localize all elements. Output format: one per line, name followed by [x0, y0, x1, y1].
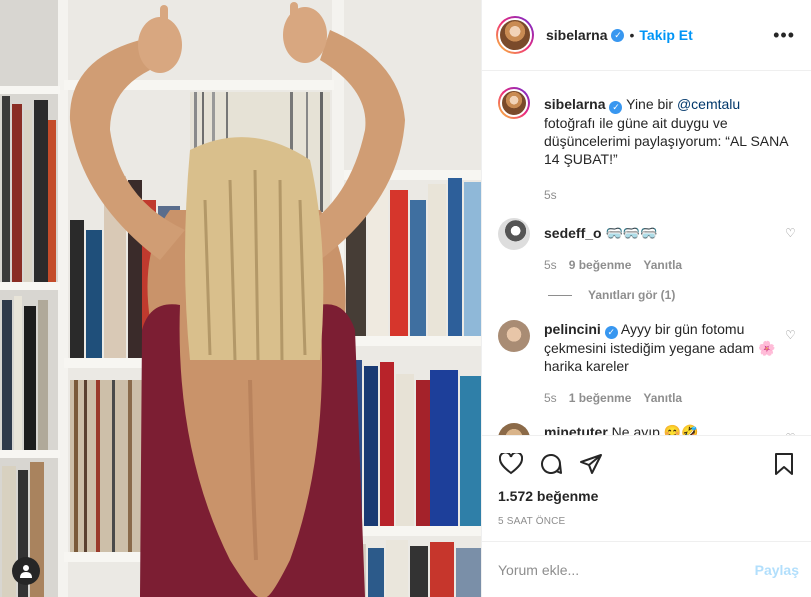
caption-username[interactable]: sibelarna: [544, 96, 605, 112]
comment-form: Paylaş: [482, 541, 811, 597]
comment-username[interactable]: minetuter: [544, 424, 608, 435]
post-timestamp[interactable]: 5 SAAT ÖNCE: [498, 516, 797, 527]
share-icon[interactable]: [578, 451, 604, 477]
comment-text: 🥽🥽🥽: [601, 225, 658, 241]
comment-input[interactable]: [498, 561, 755, 578]
comment-time[interactable]: 5s: [544, 389, 557, 407]
reply-button[interactable]: Yanıtla: [643, 256, 682, 274]
caption-text-after: fotoğrafı ile güne ait duygu ve düşüncel…: [544, 115, 788, 167]
post-photo[interactable]: [0, 0, 481, 597]
comment-like-icon[interactable]: ♡: [785, 326, 797, 342]
photo-illustration: [0, 0, 481, 597]
comment-like-icon[interactable]: ♡: [785, 224, 797, 240]
likes-count[interactable]: 1.572 beğenme: [498, 488, 797, 504]
verified-badge-icon: ✓: [604, 326, 618, 339]
action-bar: 1.572 beğenme 5 SAAT ÖNCE: [482, 435, 811, 541]
post-header: sibelarna ✓ • Takip Et •••: [482, 0, 811, 71]
header-username[interactable]: sibelarna: [546, 27, 607, 43]
bookmark-icon[interactable]: [771, 451, 797, 477]
comment-username[interactable]: pelincini: [544, 321, 601, 337]
caption-text-before: Yine bir: [622, 96, 677, 112]
heart-icon[interactable]: [498, 451, 524, 477]
caption-time[interactable]: 5s: [544, 186, 557, 204]
view-replies-button[interactable]: Yanıtları gör (1): [548, 288, 795, 302]
post-sidebar: sibelarna ✓ • Takip Et ••• sibelarna ✓ Yi…: [481, 0, 811, 597]
comment-item: sedeff_o 🥽🥽🥽 ♡ 5s 9 beğenme Yanıtla: [498, 218, 797, 274]
commenter-avatar[interactable]: [498, 320, 530, 352]
header-separator: •: [629, 27, 635, 43]
commenter-avatar[interactable]: [498, 218, 530, 250]
comment-likes[interactable]: 1 beğenme: [569, 389, 632, 407]
comments-list[interactable]: sibelarna ✓ Yine bir @cemtalu fotoğrafı i…: [482, 71, 811, 435]
comment-username[interactable]: sedeff_o: [544, 225, 602, 241]
reply-button[interactable]: Yanıtla: [643, 389, 682, 407]
comment-time[interactable]: 5s: [544, 256, 557, 274]
verified-badge-icon: ✓: [611, 28, 625, 42]
instagram-post: sibelarna ✓ • Takip Et ••• sibelarna ✓ Yi…: [0, 0, 811, 597]
caption-avatar[interactable]: [498, 87, 530, 119]
caption-mention[interactable]: @cemtalu: [677, 96, 740, 112]
comment-item: pelincini ✓ Ayyy bir gün fotomu çekmesini…: [498, 320, 797, 407]
verified-badge-icon: ✓: [609, 101, 623, 114]
post-comment-button[interactable]: Paylaş: [755, 562, 799, 578]
user-tag-icon[interactable]: [12, 557, 40, 585]
comment-item: minetuter Ne ayıp 😊🤣 ♡: [498, 423, 797, 435]
comment-text: Ne ayıp 😊🤣: [607, 424, 699, 435]
caption: sibelarna ✓ Yine bir @cemtalu fotoğrafı i…: [498, 87, 795, 204]
follow-button[interactable]: Takip Et: [639, 27, 692, 43]
avatar[interactable]: [496, 16, 534, 54]
comment-like-icon[interactable]: ♡: [785, 429, 797, 435]
commenter-avatar[interactable]: [498, 423, 530, 435]
comment-icon[interactable]: [538, 451, 564, 477]
comment-likes[interactable]: 9 beğenme: [569, 256, 632, 274]
more-icon[interactable]: •••: [773, 25, 795, 46]
